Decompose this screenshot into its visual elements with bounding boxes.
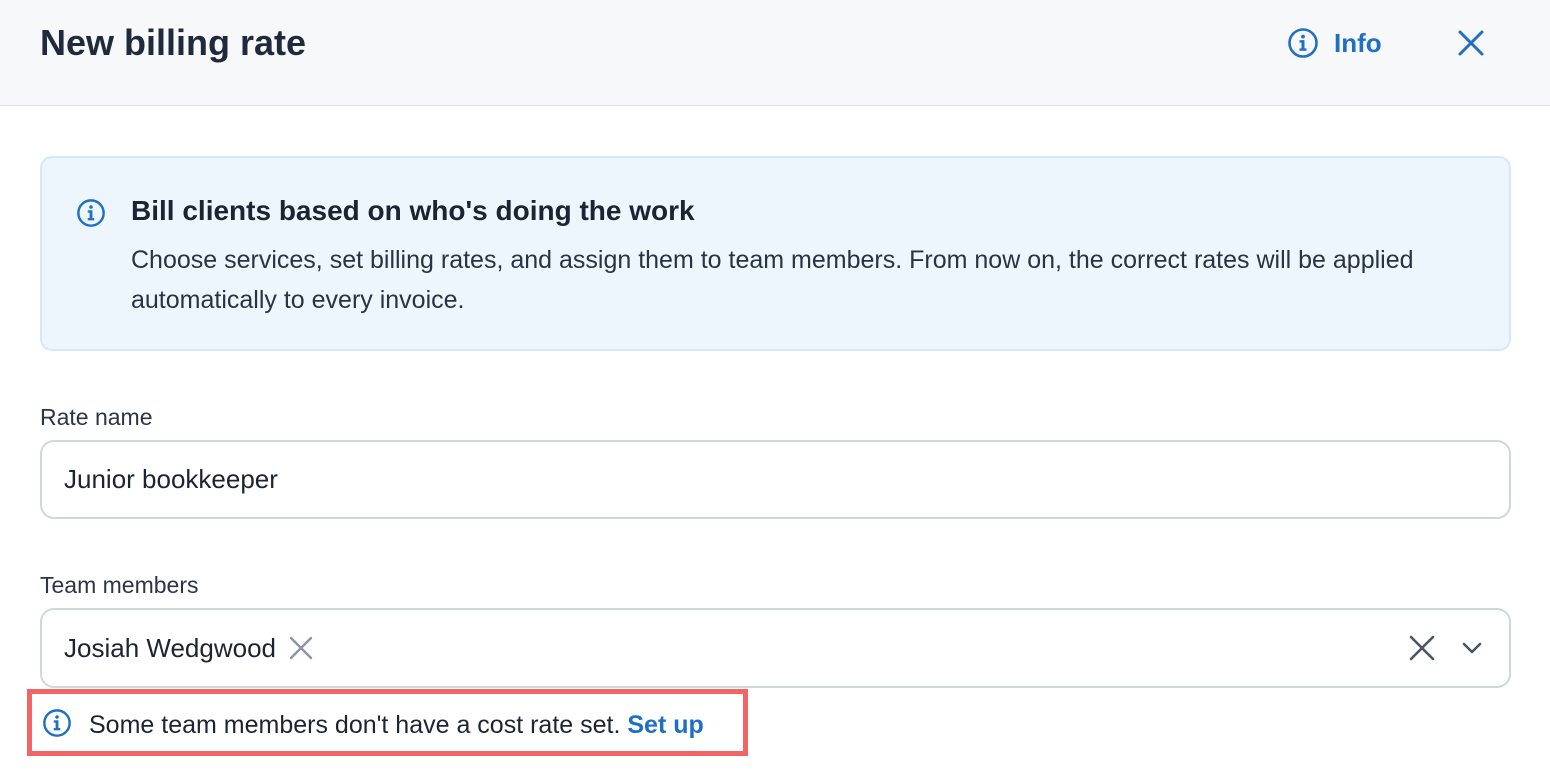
warning-text: Some team members don't have a cost rate…: [89, 711, 621, 739]
close-icon[interactable]: [1454, 26, 1488, 60]
clear-icon[interactable]: [1408, 634, 1436, 662]
team-member-chip-label: Josiah Wedgwood: [64, 632, 276, 663]
team-member-chip: Josiah Wedgwood: [64, 610, 314, 686]
modal-title: New billing rate: [40, 22, 307, 63]
info-banner: Bill clients based on who's doing the wo…: [40, 156, 1511, 351]
rate-name-input[interactable]: [40, 440, 1511, 519]
rate-name-label: Rate name: [40, 404, 153, 430]
info-button[interactable]: Info: [1287, 26, 1382, 60]
info-circle-icon: [77, 199, 105, 227]
banner-title: Bill clients based on who's doing the wo…: [131, 195, 695, 226]
chevron-down-icon[interactable]: [1460, 638, 1484, 658]
warning-message: Some team members don't have a cost rate…: [89, 709, 704, 741]
info-label: Info: [1334, 27, 1382, 58]
set-up-link[interactable]: Set up: [627, 711, 703, 739]
x-icon[interactable]: [288, 635, 314, 661]
modal-header: New billing rate Info: [0, 0, 1550, 106]
team-members-label: Team members: [40, 572, 199, 598]
info-circle-icon: [1288, 28, 1318, 58]
cost-rate-warning: Some team members don't have a cost rate…: [27, 689, 748, 756]
banner-description: Choose services, set billing rates, and …: [131, 246, 1414, 314]
team-members-select[interactable]: Josiah Wedgwood: [40, 608, 1511, 688]
info-circle-icon: [43, 709, 71, 737]
